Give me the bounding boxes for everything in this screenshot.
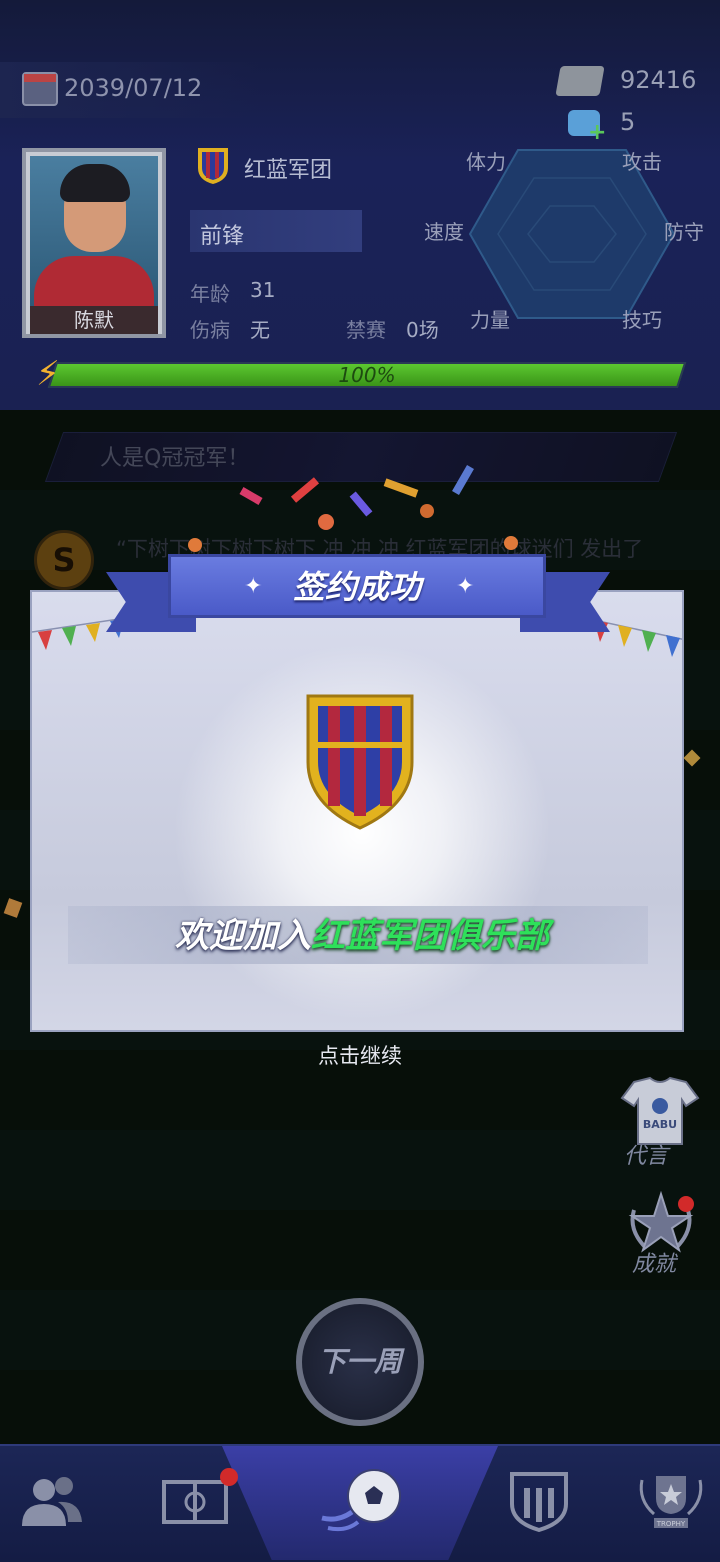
gem-amount: 5: [620, 108, 636, 136]
welcome-prefix: 欢迎加入: [175, 916, 311, 956]
stat-speed: 速度: [424, 220, 464, 244]
tap-to-continue[interactable]: 点击继续: [0, 1040, 720, 1070]
stat-stamina: 体力: [466, 150, 506, 174]
field-alert-dot: [220, 1468, 238, 1486]
stat-defense: 防守: [664, 220, 704, 244]
avatar-shirt: [34, 256, 154, 306]
ban-label: 禁赛: [346, 318, 386, 342]
endorse-label[interactable]: 代言: [624, 1138, 668, 1170]
ban-value: 0场: [406, 318, 439, 342]
cash-icon: [555, 66, 605, 96]
avatar: [30, 156, 158, 306]
stat-strength: 力量: [470, 308, 510, 332]
stat-attack: 攻击: [622, 150, 662, 174]
confetti: [318, 514, 334, 530]
confetti: [188, 538, 202, 552]
player-portrait[interactable]: 陈默: [22, 148, 166, 338]
club-crest-icon: [198, 148, 228, 184]
trophy-icon[interactable]: TROPHY: [636, 1470, 706, 1532]
endorsement-shirt-icon[interactable]: BABU: [620, 1076, 700, 1146]
energy-bolt-icon: ⚡: [36, 354, 60, 394]
confetti: [504, 536, 518, 550]
achievement-alert-dot: [678, 1196, 694, 1212]
injury-value: 无: [250, 318, 270, 342]
money-amount: 92416: [620, 66, 697, 94]
calendar-icon: [22, 72, 58, 106]
club-name: 红蓝军团: [244, 158, 333, 183]
ball-icon[interactable]: [318, 1462, 408, 1538]
player-name: 陈默: [30, 306, 158, 334]
energy-percent: 100%: [338, 363, 396, 387]
player-position: 前锋: [200, 224, 245, 249]
achievements-label[interactable]: 成就: [632, 1246, 676, 1278]
trophy-text: TROPHY: [656, 1520, 686, 1528]
club-icon[interactable]: [504, 1470, 574, 1532]
confetti: [420, 504, 434, 518]
avatar-hair: [60, 164, 130, 202]
welcome-club-name: 红蓝军团俱乐部: [311, 916, 549, 956]
club-emblem-icon: [306, 694, 414, 830]
injury-label: 伤病: [190, 318, 230, 342]
welcome-message: 欢迎加入红蓝军团俱乐部: [62, 908, 662, 964]
dialog-title: 签约成功: [292, 568, 421, 606]
next-week-label[interactable]: 下一周: [296, 1340, 424, 1380]
team-icon[interactable]: [18, 1470, 88, 1532]
add-gem-icon[interactable]: +: [588, 120, 606, 145]
endorse-shirt-text: BABU: [643, 1118, 677, 1131]
age-value: 31: [250, 278, 276, 302]
age-label: 年龄: [190, 282, 230, 306]
current-date: 2039/07/12: [64, 74, 203, 102]
stat-technique: 技巧: [622, 308, 662, 332]
